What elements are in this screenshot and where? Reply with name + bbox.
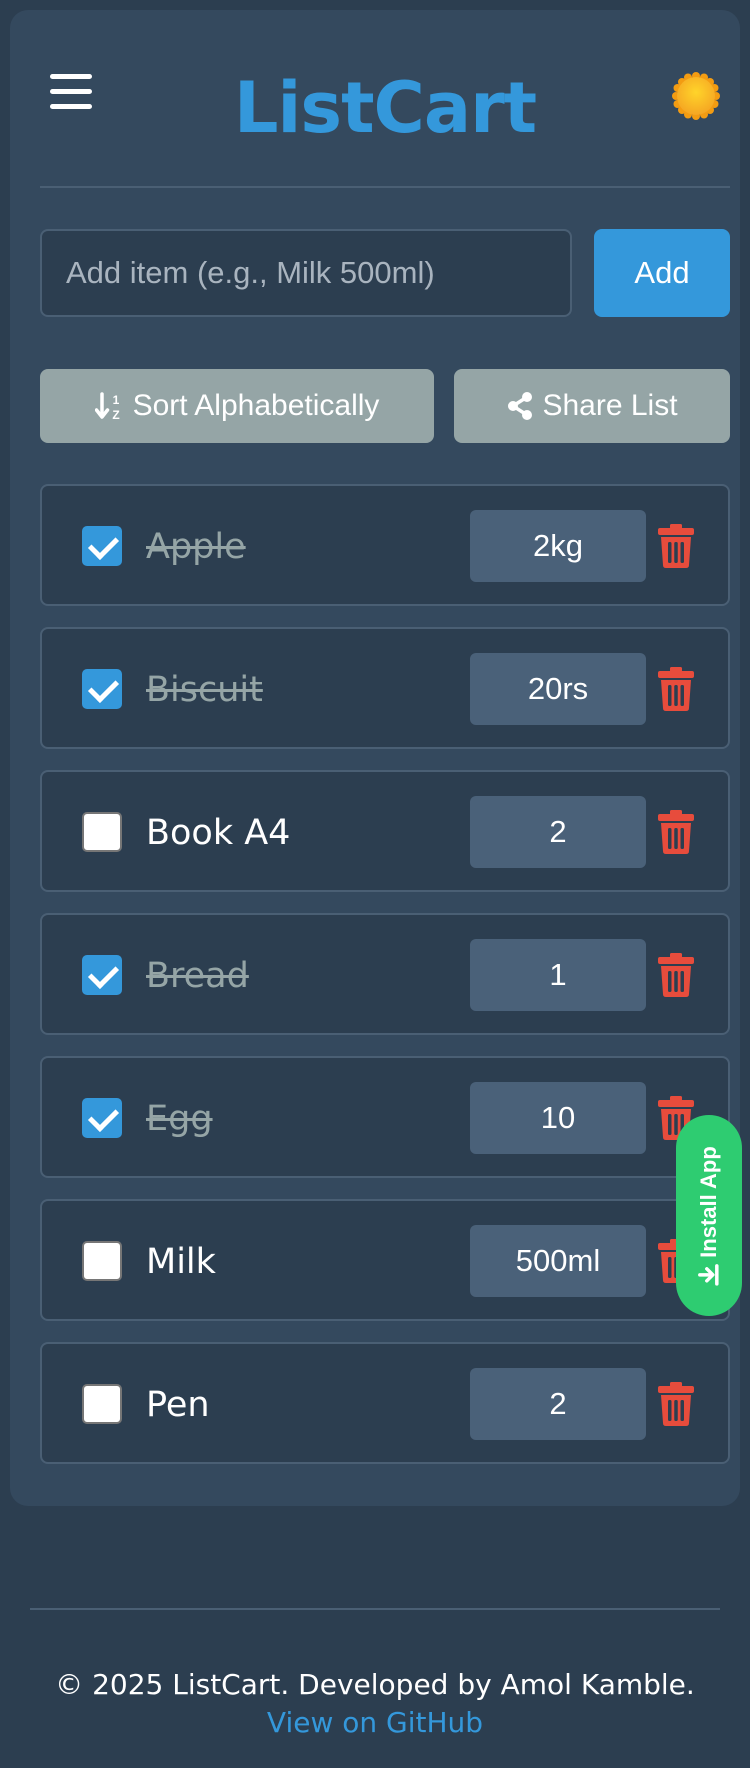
sort-button-label: Sort Alphabetically xyxy=(132,389,380,422)
item-quantity-input[interactable]: 500ml xyxy=(470,1225,646,1297)
svg-text:1: 1 xyxy=(112,393,119,407)
item-checkbox[interactable] xyxy=(82,526,122,566)
list-item: Milk 500ml xyxy=(40,1199,730,1321)
trash-icon[interactable] xyxy=(656,667,696,711)
svg-text:Z: Z xyxy=(112,408,119,421)
list-item: Egg 10 xyxy=(40,1056,730,1178)
list-item: Book A4 2 xyxy=(40,770,730,892)
item-checkbox[interactable] xyxy=(82,1241,122,1281)
item-quantity-input[interactable]: 2 xyxy=(470,796,646,868)
main-card: ListCart Add item (e.g., Milk 500ml) Add… xyxy=(10,10,740,1506)
footer-divider xyxy=(30,1608,720,1610)
item-checkbox[interactable] xyxy=(82,955,122,995)
add-item-form: Add xyxy=(40,229,730,317)
item-name: Biscuit xyxy=(146,670,263,710)
list-item: Biscuit 20rs xyxy=(40,627,730,749)
item-name: Egg xyxy=(146,1099,213,1139)
list-item: Pen 2 xyxy=(40,1342,730,1464)
item-checkbox[interactable] xyxy=(82,1098,122,1138)
item-name: Book A4 xyxy=(146,813,291,853)
item-quantity-input[interactable]: 2kg xyxy=(470,510,646,582)
sort-alpha-icon: 1 Z xyxy=(94,392,119,421)
item-quantity-input[interactable]: 20rs xyxy=(470,653,646,725)
item-checkbox[interactable] xyxy=(82,669,122,709)
sun-icon[interactable] xyxy=(672,72,720,120)
download-icon xyxy=(698,1263,719,1286)
share-button-label: Share List xyxy=(542,389,678,422)
item-name: Milk xyxy=(146,1242,216,1282)
list-item: Apple 2kg xyxy=(40,484,730,606)
item-checkbox[interactable] xyxy=(82,1384,122,1424)
sort-alphabetically-button[interactable]: 1 Z Sort Alphabetically xyxy=(40,369,434,443)
add-item-input[interactable] xyxy=(40,229,572,317)
trash-icon[interactable] xyxy=(656,524,696,568)
share-list-button[interactable]: Share List xyxy=(454,369,730,443)
trash-icon[interactable] xyxy=(656,1382,696,1426)
item-quantity-input[interactable]: 10 xyxy=(470,1082,646,1154)
item-quantity-input[interactable]: 2 xyxy=(470,1368,646,1440)
footer-copyright: © 2025 ListCart. Developed by Amol Kambl… xyxy=(55,1668,695,1701)
trash-icon[interactable] xyxy=(656,953,696,997)
github-link[interactable]: View on GitHub xyxy=(0,1706,750,1739)
install-app-button[interactable]: Install App xyxy=(676,1115,742,1316)
action-bar: 1 Z Sort Alphabetically Share List xyxy=(40,369,730,443)
header: ListCart xyxy=(40,10,730,188)
add-button[interactable]: Add xyxy=(594,229,730,317)
app-title: ListCart xyxy=(233,67,537,149)
list-item: Bread 1 xyxy=(40,913,730,1035)
item-name: Bread xyxy=(146,956,249,996)
item-name: Pen xyxy=(146,1385,210,1425)
share-icon xyxy=(508,392,533,420)
item-name: Apple xyxy=(146,527,246,567)
item-quantity-input[interactable]: 1 xyxy=(470,939,646,1011)
install-app-label: Install App xyxy=(696,1145,722,1258)
trash-icon[interactable] xyxy=(656,810,696,854)
item-checkbox[interactable] xyxy=(82,812,122,852)
